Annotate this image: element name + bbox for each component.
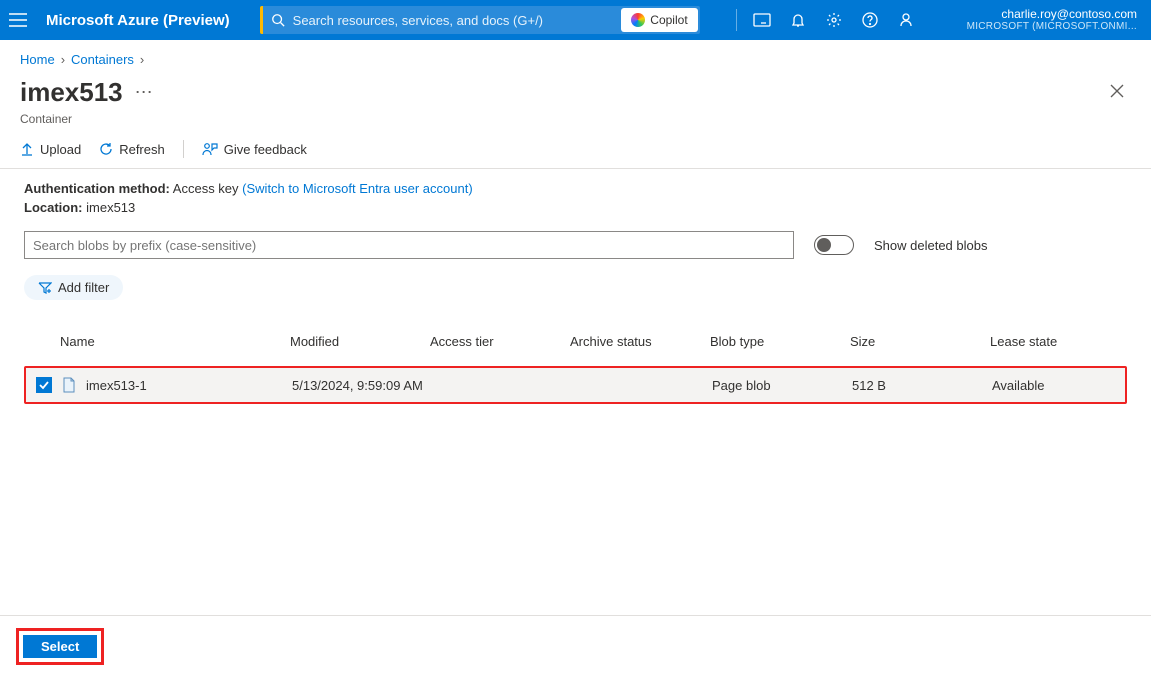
auth-method-value: Access key [173,181,239,196]
feedback-button[interactable]: Give feedback [202,142,307,157]
select-button-highlight: Select [16,628,104,665]
table-header: Name Modified Access tier Archive status… [24,324,1127,358]
feedback-icon[interactable] [889,0,923,40]
cloud-shell-icon[interactable] [745,0,779,40]
upload-button[interactable]: Upload [20,142,81,157]
col-size[interactable]: Size [850,334,990,349]
upload-icon [20,142,34,156]
person-feedback-icon [202,142,218,156]
topbar-icons [730,0,923,40]
col-modified[interactable]: Modified [290,334,430,349]
command-divider [183,140,184,158]
add-filter-button[interactable]: Add filter [24,275,123,300]
toggle-knob [817,238,831,252]
col-name[interactable]: Name [60,334,290,349]
chevron-right-icon: › [61,52,65,67]
account-email: charlie.roy@contoso.com [967,8,1137,21]
settings-icon[interactable] [817,0,851,40]
breadcrumb-containers[interactable]: Containers [71,52,134,67]
breadcrumb-home[interactable]: Home [20,52,55,67]
col-access-tier[interactable]: Access tier [430,334,570,349]
refresh-button[interactable]: Refresh [99,142,165,157]
show-deleted-label: Show deleted blobs [874,238,987,253]
file-icon [62,377,78,393]
show-deleted-toggle[interactable] [814,235,854,255]
switch-auth-link[interactable]: (Switch to Microsoft Entra user account) [242,181,472,196]
info-block: Authentication method: Access key (Switc… [0,169,1151,215]
command-bar: Upload Refresh Give feedback [0,134,1151,169]
footer: Select [0,615,1151,677]
col-blob-type[interactable]: Blob type [710,334,850,349]
blob-size: 512 B [852,378,992,393]
col-archive-status[interactable]: Archive status [570,334,710,349]
page-subtitle: Container [0,112,1151,134]
search-icon [271,13,285,27]
blob-type: Page blob [712,378,852,393]
topbar-divider [736,9,737,31]
page-header: imex513 ⋯ [0,71,1151,112]
feedback-label: Give feedback [224,142,307,157]
global-search-input[interactable] [285,13,620,28]
filter-icon [38,282,52,294]
auth-method-label: Authentication method: [24,181,170,196]
notifications-icon[interactable] [781,0,815,40]
account-menu[interactable]: charlie.roy@contoso.com MICROSOFT (MICRO… [967,8,1141,32]
hamburger-menu[interactable] [0,0,36,40]
refresh-label: Refresh [119,142,165,157]
close-blade-button[interactable] [1103,77,1131,105]
filter-row: Show deleted blobs [0,219,1151,259]
copilot-button[interactable]: Copilot [621,8,697,32]
blob-lease-state: Available [992,378,1132,393]
refresh-icon [99,142,113,156]
select-button[interactable]: Select [23,635,97,658]
global-search[interactable]: Copilot [260,6,700,34]
copilot-icon [631,13,645,27]
add-filter-label: Add filter [58,280,109,295]
chevron-right-icon: › [140,52,144,67]
upload-label: Upload [40,142,81,157]
blob-name[interactable]: imex513-1 [86,378,147,393]
brand[interactable]: Microsoft Azure (Preview) [46,12,230,29]
location-value: imex513 [86,200,135,215]
blob-modified: 5/13/2024, 9:59:09 AM [292,378,432,393]
row-checkbox[interactable] [36,377,52,393]
location-label: Location: [24,200,83,215]
more-icon[interactable]: ⋯ [135,82,153,103]
page-title: imex513 [20,77,123,108]
copilot-label: Copilot [650,13,687,27]
breadcrumb: Home › Containers › [0,40,1151,71]
help-icon[interactable] [853,0,887,40]
blobs-table: Name Modified Access tier Archive status… [0,310,1151,404]
topbar: Microsoft Azure (Preview) Copilot charli… [0,0,1151,40]
blob-prefix-search-input[interactable] [24,231,794,259]
col-lease-state[interactable]: Lease state [990,334,1130,349]
account-tenant: MICROSOFT (MICROSOFT.ONMI... [967,21,1137,32]
table-row[interactable]: imex513-1 5/13/2024, 9:59:09 AM Page blo… [24,366,1127,404]
